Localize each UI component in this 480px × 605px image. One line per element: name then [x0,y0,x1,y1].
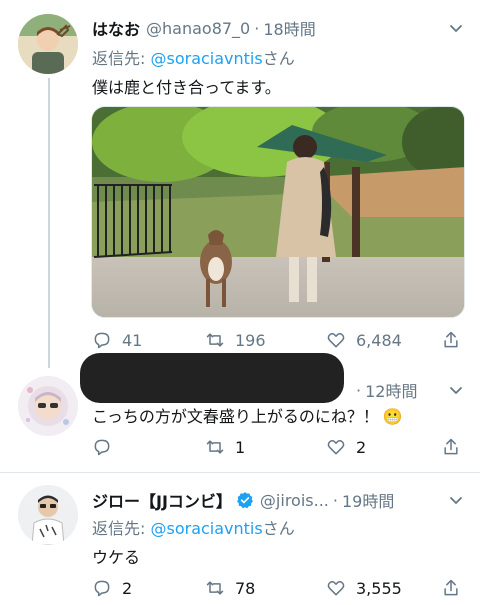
share-button[interactable] [441,437,461,457]
thread-connector [48,78,50,368]
display-name[interactable]: はなお [92,16,140,40]
tweet-header: ジロー【JJコンビ】 @jirois... · 19時間 [92,488,394,512]
reply-button[interactable]: 2 [92,578,132,598]
reply-to-suffix: さん [262,49,295,68]
reply-button[interactable] [92,437,112,457]
like-count: 6,484 [356,330,402,350]
chevron-down-icon[interactable] [448,20,464,36]
tweet-text: 僕は鹿と付き合ってます。 [92,78,281,97]
like-button[interactable]: 3,555 [326,578,402,598]
reply-mention-link[interactable]: @soraciavntis [150,49,262,68]
chevron-down-icon[interactable] [448,382,464,398]
tweet-header: はなお @hanao87_0 · 18時間 [92,16,316,40]
reply-to-suffix: さん [262,519,295,538]
retweet-count: 78 [235,578,256,598]
user-handle[interactable]: @jirois... [260,491,329,510]
reply-to-prefix: 返信先: [92,49,151,68]
retweet-button[interactable]: 196 [205,330,266,350]
retweet-icon [206,333,224,347]
retweet-icon [206,440,224,454]
reply-count: 2 [122,578,133,598]
share-button[interactable] [441,578,461,598]
avatar[interactable] [18,14,78,74]
timestamp[interactable]: 12時間 [365,378,417,402]
reply-icon [94,332,110,349]
timestamp[interactable]: 18時間 [263,16,315,40]
reply-button[interactable]: 41 [92,330,142,350]
retweet-icon [206,581,224,595]
verified-badge-icon [237,492,253,509]
like-count: 3,555 [356,578,402,598]
share-icon [444,331,458,348]
tweet-text: ウケる [92,548,141,567]
grimace-emoji: 😬 [382,407,403,426]
user-handle[interactable]: @hanao87_0 [146,19,250,38]
tweet-header: · 12時間 [356,378,417,402]
retweet-button[interactable]: 1 [205,437,245,457]
tweet-divider [0,472,480,473]
reply-to-line: 返信先: @soraciavntisさん [92,515,295,539]
like-button[interactable]: 6,484 [326,330,402,350]
like-icon [327,440,345,455]
reply-icon [94,439,110,456]
avatar[interactable] [18,376,78,436]
redacted-username [80,353,344,403]
chevron-down-icon[interactable] [448,492,464,508]
retweet-count: 1 [235,437,246,457]
reply-to-prefix: 返信先: [92,519,151,538]
share-icon [444,579,458,596]
like-button[interactable]: 2 [326,437,366,457]
timestamp[interactable]: 19時間 [342,488,394,512]
separator-dot: · [332,490,338,510]
like-icon [327,333,345,348]
like-count: 2 [356,437,367,457]
avatar[interactable] [18,485,78,545]
reply-mention-link[interactable]: @soraciavntis [150,519,262,538]
share-button[interactable] [441,330,461,350]
separator-dot: · [254,18,260,38]
reply-icon [94,580,110,597]
like-icon [327,581,345,596]
tweet-photo[interactable] [91,106,465,318]
retweet-count: 196 [235,330,266,350]
reply-count: 41 [122,330,143,350]
tweet-text: こっちの方が文春盛り上がるのにね？！ 😬 [92,403,403,427]
separator-dot: · [356,380,362,400]
reply-to-line: 返信先: @soraciavntisさん [92,45,295,69]
share-icon [444,438,458,455]
tweet-text-content: こっちの方が文春盛り上がるのにね？！ [92,407,379,426]
retweet-button[interactable]: 78 [205,578,255,598]
display-name[interactable]: ジロー【JJコンビ】 [92,488,232,512]
